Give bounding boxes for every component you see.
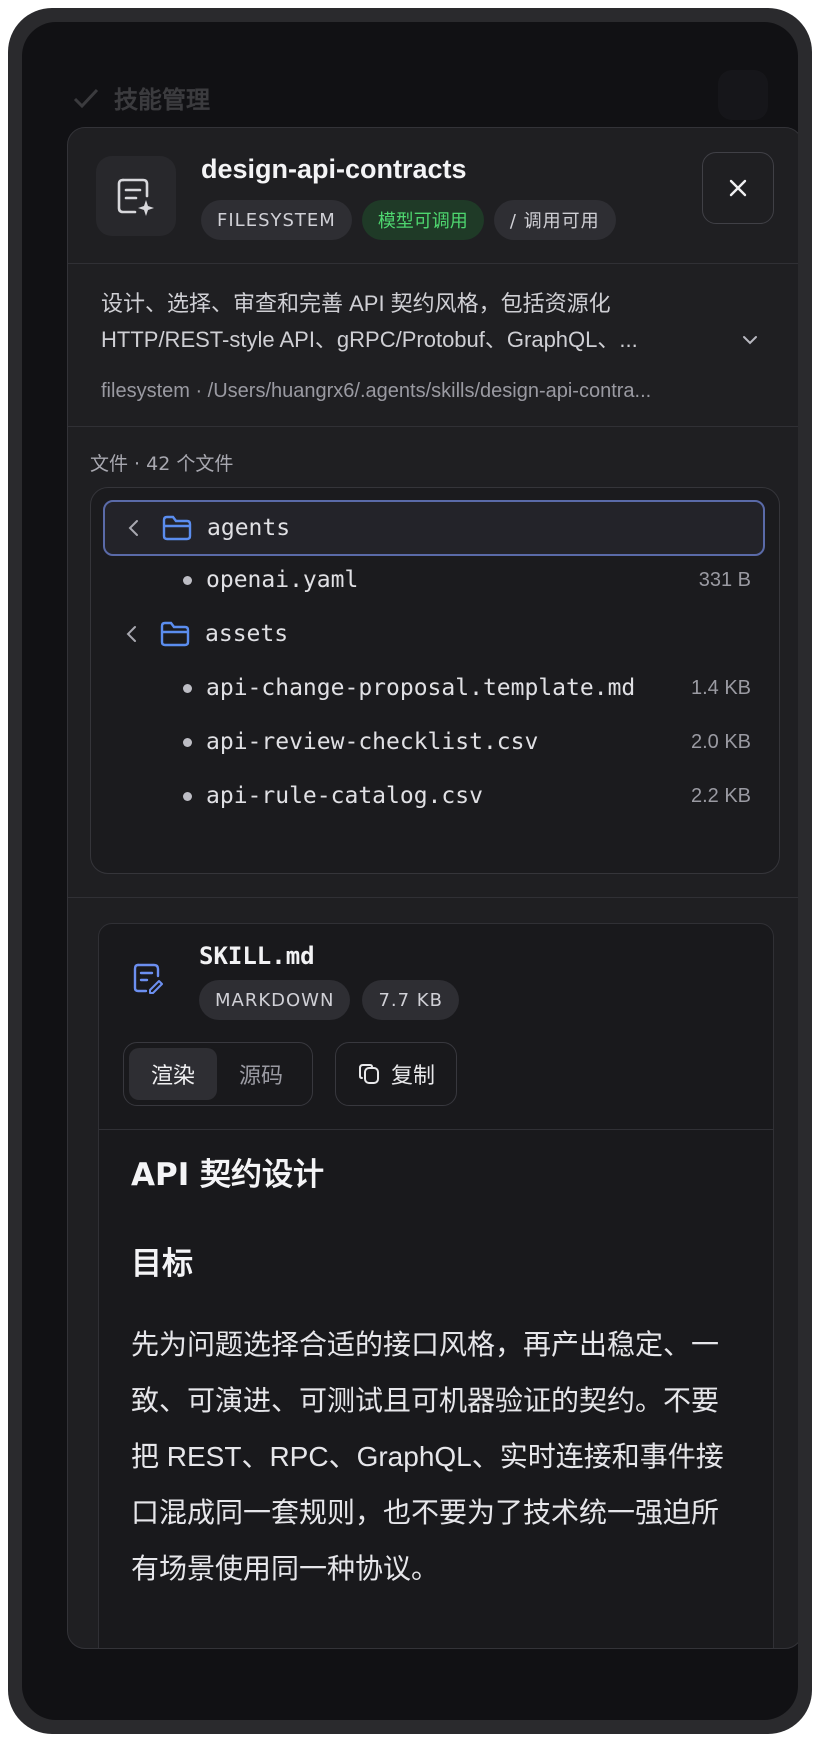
preview-filename: SKILL.md: [199, 942, 315, 970]
file-tree: agents openai.yaml 331 B assets api-chan…: [90, 487, 780, 874]
bullet-icon: [183, 791, 192, 801]
skill-path: filesystem · /Users/huangrx6/.agents/ski…: [101, 380, 652, 402]
markdown-file-icon: [133, 963, 163, 994]
description-line: 设计、选择、审查和完善 API 契约风格，包括资源化: [101, 291, 611, 316]
modal-header: design-api-contracts FILESYSTEM 模型可调用 / …: [68, 128, 798, 264]
file-row-openai-yaml[interactable]: openai.yaml 331 B: [103, 552, 765, 608]
file-size: 1.4 KB: [690, 676, 751, 699]
tag-invocation: / 调用可用: [493, 200, 616, 240]
check-icon: [73, 88, 99, 108]
chevron-left-icon: [128, 520, 138, 536]
markdown-heading-1: API 契约设计: [131, 1157, 325, 1193]
skill-file-icon: [96, 156, 176, 236]
file-row-api-change-proposal[interactable]: api-change-proposal.template.md 1.4 KB: [103, 660, 765, 716]
folder-name: agents: [207, 515, 291, 541]
chevron-down-icon[interactable]: [736, 326, 764, 354]
bullet-icon: [183, 575, 192, 585]
screen: 技能管理 design-api-contracts FILESYSTEM 模型可…: [22, 22, 798, 1720]
skill-detail-modal: design-api-contracts FILESYSTEM 模型可调用 / …: [67, 127, 798, 1649]
view-mode-toggle: 渲染 源码: [123, 1042, 313, 1106]
folder-name: assets: [205, 621, 289, 647]
markdown-content: API 契约设计 目标 先为问题选择合适的接口风格，再产出稳定、一致、可演进、可…: [131, 1129, 751, 1597]
chevron-left-icon: [126, 626, 136, 642]
skill-title: design-api-contracts: [201, 154, 467, 184]
file-name: api-change-proposal.template.md: [206, 675, 636, 701]
copy-label: 复制: [390, 1064, 435, 1089]
file-row-api-review-checklist[interactable]: api-review-checklist.csv 2.0 KB: [103, 714, 765, 770]
file-size: 331 B: [698, 568, 751, 591]
tag-model-callable: 模型可调用: [361, 200, 484, 240]
close-button[interactable]: [702, 152, 774, 224]
folder-icon: [160, 621, 190, 647]
preview-header: SKILL.md MARKDOWN 7.7 KB 渲染 源码 复制: [99, 924, 773, 1130]
copy-button[interactable]: 复制: [335, 1042, 457, 1106]
copy-icon: [358, 1064, 379, 1084]
skill-description: 设计、选择、审查和完善 API 契约风格，包括资源化 HTTP/REST-sty…: [101, 286, 721, 358]
device-frame: 技能管理 design-api-contracts FILESYSTEM 模型可…: [8, 8, 812, 1734]
close-icon: [729, 179, 747, 197]
bullet-icon: [183, 683, 192, 693]
tag-format: MARKDOWN: [199, 980, 351, 1020]
tab-rendered[interactable]: 渲染: [129, 1048, 217, 1100]
folder-row-agents[interactable]: agents: [103, 500, 765, 556]
tag-size: 7.7 KB: [362, 980, 459, 1020]
background-button: [718, 70, 768, 120]
tag-source: FILESYSTEM: [201, 200, 352, 240]
folder-icon: [162, 515, 192, 541]
background-title: 技能管理: [114, 86, 210, 114]
file-size: 2.0 KB: [690, 730, 751, 753]
preview-tags: MARKDOWN 7.7 KB: [199, 980, 459, 1020]
files-section: 文件 · 42 个文件 agents openai.yaml 331 B ass…: [68, 427, 798, 898]
file-name: api-review-checklist.csv: [206, 729, 539, 755]
skill-tags: FILESYSTEM 模型可调用 / 调用可用: [201, 200, 616, 240]
file-preview-panel: SKILL.md MARKDOWN 7.7 KB 渲染 源码 复制 API 契约…: [98, 923, 774, 1648]
description-section: 设计、选择、审查和完善 API 契约风格，包括资源化 HTTP/REST-sty…: [68, 264, 798, 427]
markdown-heading-2: 目标: [131, 1246, 193, 1282]
bullet-icon: [183, 737, 192, 747]
file-size: 2.2 KB: [690, 784, 751, 807]
description-line: HTTP/REST-style API、gRPC/Protobuf、GraphQ…: [101, 327, 638, 352]
files-count-label: 文件 · 42 个文件: [90, 453, 234, 475]
folder-row-assets[interactable]: assets: [103, 606, 765, 662]
file-name: api-rule-catalog.csv: [206, 783, 483, 809]
file-row-api-rule-catalog[interactable]: api-rule-catalog.csv 2.2 KB: [103, 768, 765, 824]
background-header: 技能管理: [72, 80, 210, 115]
file-name: openai.yaml: [206, 567, 359, 593]
tab-source[interactable]: 源码: [217, 1048, 305, 1100]
markdown-paragraph: 先为问题选择合适的接口风格，再产出稳定、一致、可演进、可测试且可机器验证的契约。…: [131, 1329, 724, 1584]
